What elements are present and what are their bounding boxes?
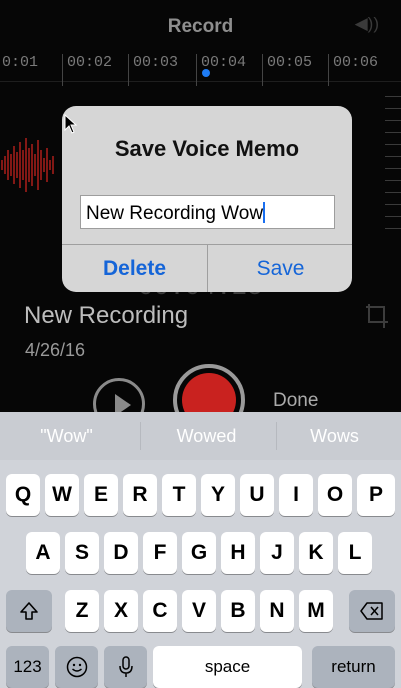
screen-title: Record <box>167 16 234 37</box>
memo-name-input[interactable]: New Recording Wow <box>80 195 335 229</box>
suggestion-item[interactable]: Wows <box>268 412 401 460</box>
return-key[interactable]: return <box>312 646 395 688</box>
save-voice-memo-dialog: Save Voice Memo New Recording Wow Delete… <box>62 106 352 292</box>
timeline[interactable]: 0:01 00:02 00:03 00:04 00:05 00:06 <box>0 44 401 86</box>
numbers-key[interactable]: 123 <box>6 646 49 688</box>
play-icon <box>115 394 131 412</box>
suggestion-item[interactable]: Wowed <box>140 412 273 460</box>
key-f[interactable]: F <box>143 532 177 574</box>
space-key[interactable]: space <box>153 646 302 688</box>
timeline-tick: 00:03 <box>128 54 178 86</box>
text-caret <box>263 202 266 223</box>
suggestion-item[interactable]: "Wow" <box>0 412 133 460</box>
trim-icon[interactable] <box>364 302 390 330</box>
speaker-icon[interactable]: ◀)) <box>355 14 379 34</box>
keyboard: "Wow" Wowed Wows Q W E R T Y U I O P A S… <box>0 412 401 688</box>
key-k[interactable]: K <box>299 532 333 574</box>
shift-key[interactable] <box>6 590 52 632</box>
key-g[interactable]: G <box>182 532 216 574</box>
emoji-key[interactable] <box>55 646 98 688</box>
key-j[interactable]: J <box>260 532 294 574</box>
mouse-cursor-icon <box>64 114 78 134</box>
done-button[interactable]: Done <box>273 390 318 412</box>
timeline-tick: 00:06 <box>328 54 378 86</box>
dialog-title: Save Voice Memo <box>114 136 300 161</box>
key-u[interactable]: U <box>240 474 274 516</box>
timeline-tick: 0:01 <box>0 54 38 86</box>
key-z[interactable]: Z <box>65 590 99 632</box>
record-icon <box>182 373 236 412</box>
timeline-tick: 00:05 <box>262 54 312 86</box>
backspace-key[interactable] <box>349 590 395 632</box>
key-r[interactable]: R <box>123 474 157 516</box>
timeline-tick: 00:02 <box>62 54 112 86</box>
key-p[interactable]: P <box>357 474 395 516</box>
key-n[interactable]: N <box>260 590 294 632</box>
key-m[interactable]: M <box>299 590 333 632</box>
key-d[interactable]: D <box>104 532 138 574</box>
play-button[interactable] <box>93 378 145 412</box>
dictation-key[interactable] <box>104 646 147 688</box>
suggestion-bar: "Wow" Wowed Wows <box>0 412 401 460</box>
backspace-icon <box>360 602 383 620</box>
delete-button[interactable]: Delete <box>62 245 207 292</box>
save-button[interactable]: Save <box>208 245 352 292</box>
emoji-icon <box>66 656 87 678</box>
recording-name: New Recording <box>24 302 189 329</box>
key-o[interactable]: O <box>318 474 352 516</box>
playhead[interactable] <box>202 69 210 77</box>
microphone-icon <box>118 656 133 677</box>
memo-name-value: New Recording Wow <box>86 203 264 224</box>
shift-icon <box>20 602 38 620</box>
level-scale <box>385 96 401 246</box>
waveform <box>1 138 54 192</box>
key-c[interactable]: C <box>143 590 177 632</box>
recording-date: 4/26/16 <box>25 340 86 360</box>
key-a[interactable]: A <box>26 532 60 574</box>
key-w[interactable]: W <box>45 474 79 516</box>
key-i[interactable]: I <box>279 474 313 516</box>
key-x[interactable]: X <box>104 590 138 632</box>
key-t[interactable]: T <box>162 474 196 516</box>
key-e[interactable]: E <box>84 474 118 516</box>
key-l[interactable]: L <box>338 532 372 574</box>
key-b[interactable]: B <box>221 590 255 632</box>
key-v[interactable]: V <box>182 590 216 632</box>
key-q[interactable]: Q <box>6 474 40 516</box>
key-h[interactable]: H <box>221 532 255 574</box>
record-button[interactable] <box>173 364 245 412</box>
key-y[interactable]: Y <box>201 474 235 516</box>
key-s[interactable]: S <box>65 532 99 574</box>
